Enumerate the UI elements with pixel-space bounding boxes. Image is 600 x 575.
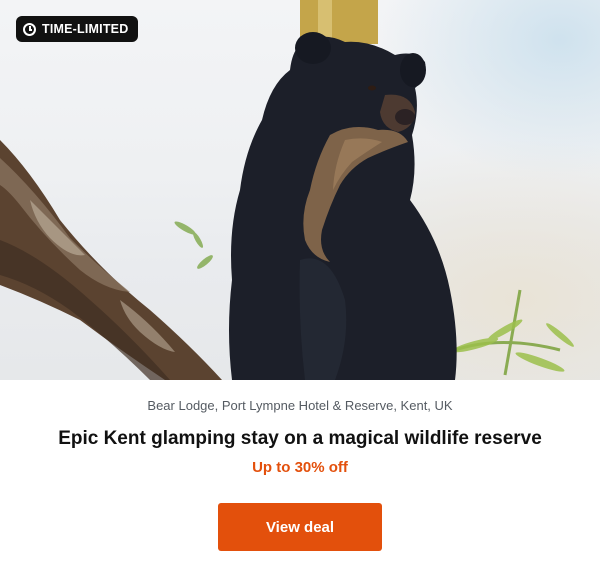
- hero-image[interactable]: TIME-LIMITED: [0, 0, 600, 380]
- deal-location: Bear Lodge, Port Lympne Hotel & Reserve,…: [147, 398, 453, 413]
- clock-icon: [23, 22, 36, 36]
- time-limited-badge: TIME-LIMITED: [16, 16, 139, 42]
- deal-title[interactable]: Epic Kent glamping stay on a magical wil…: [0, 428, 600, 450]
- bear-photo: [0, 0, 574, 380]
- deal-offer: Up to 30% off: [252, 459, 348, 476]
- badge-label: TIME-LIMITED: [42, 22, 129, 36]
- deal-card[interactable]: TIME-LIMITED Bear Lodge, Port Lympne Hot…: [0, 0, 600, 575]
- view-deal-button[interactable]: View deal: [218, 503, 382, 551]
